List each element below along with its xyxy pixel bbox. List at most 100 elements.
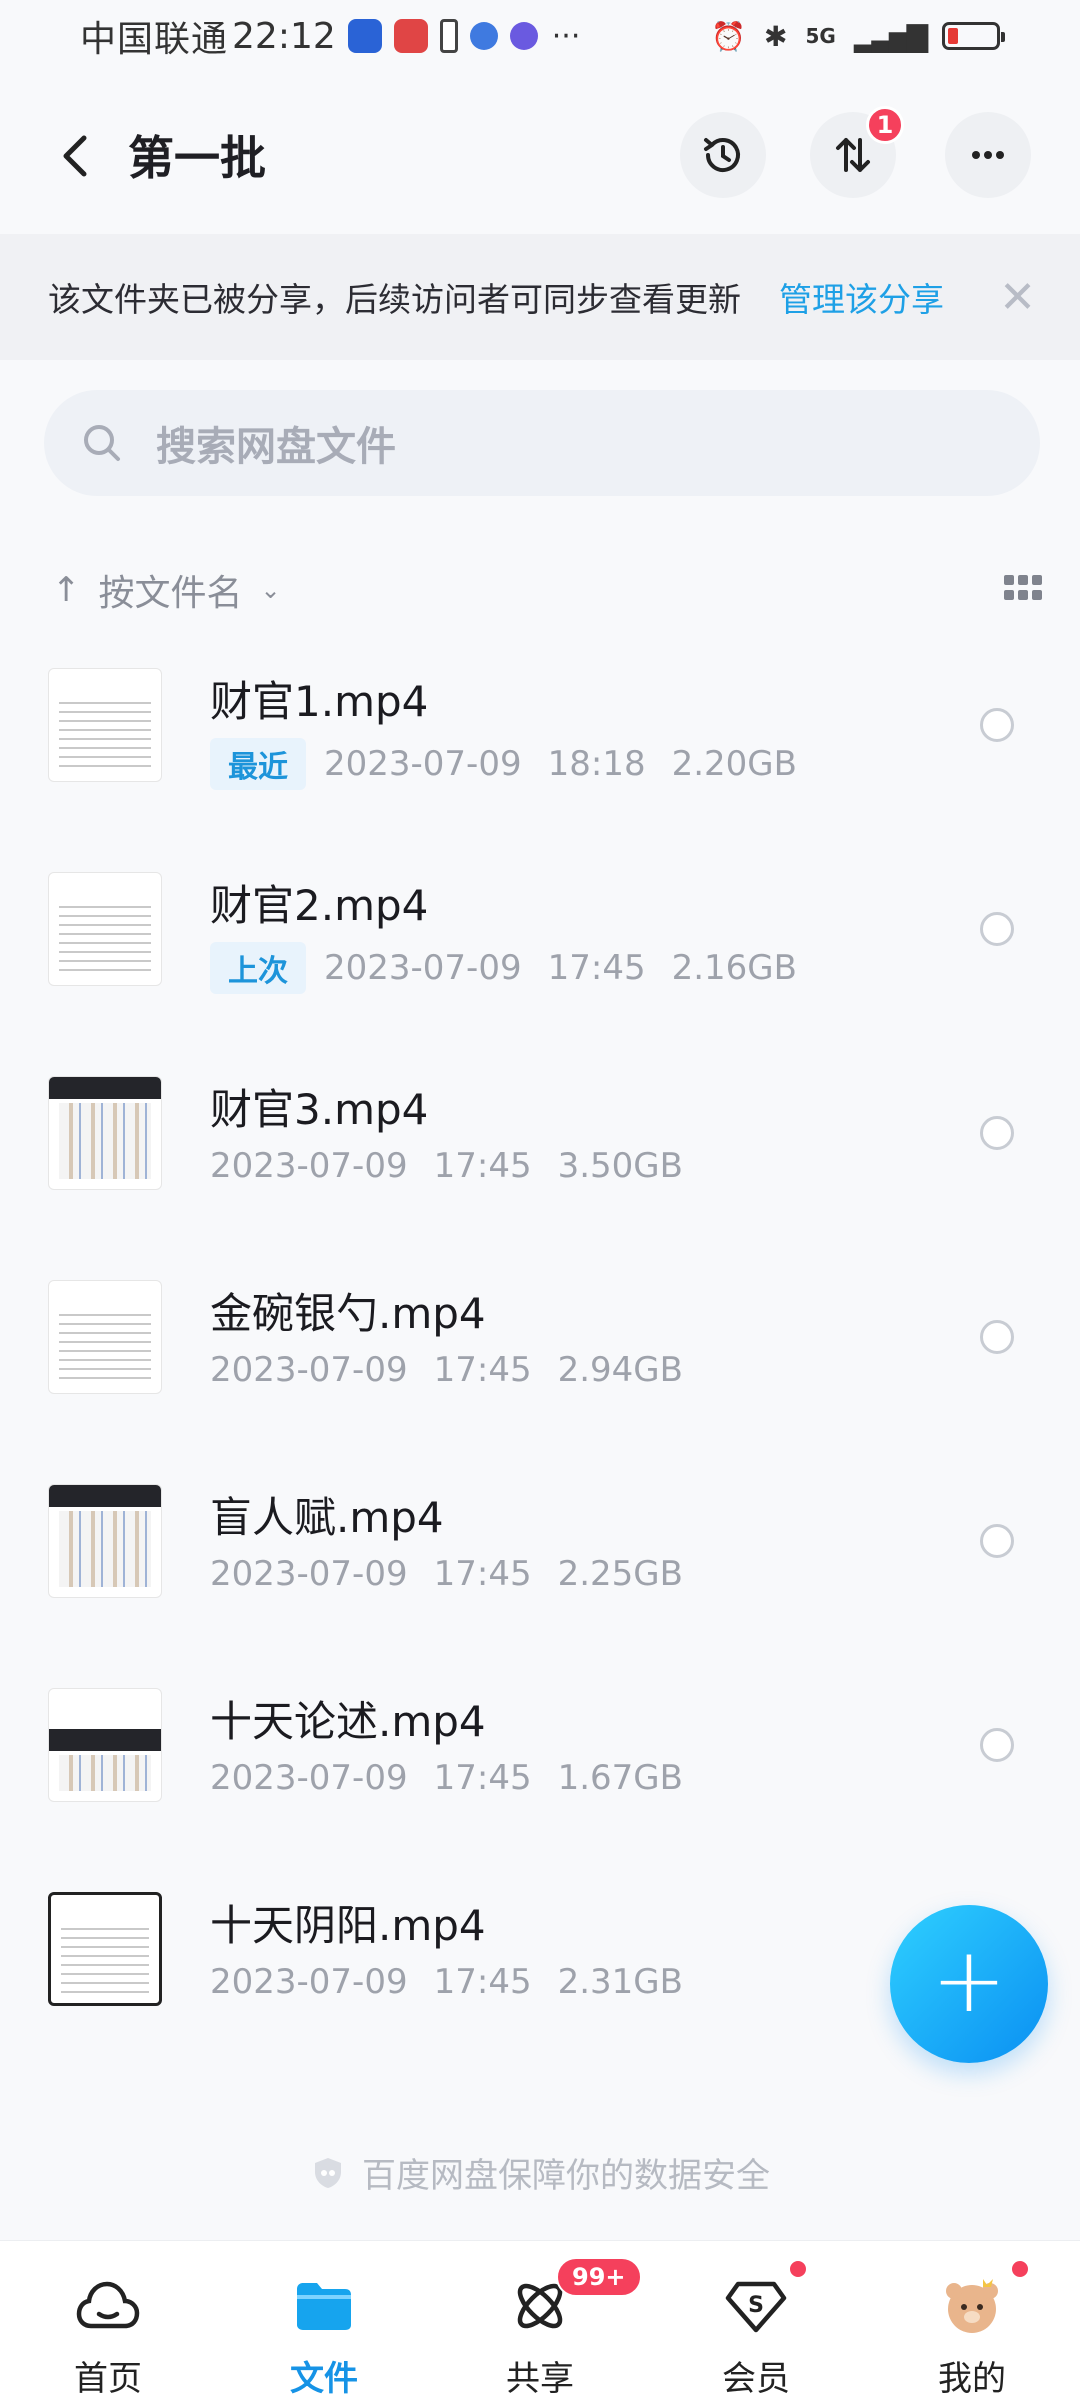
file-time: 17:45 bbox=[433, 1350, 532, 1390]
signal-icon: ▂▃▅▇ bbox=[853, 19, 928, 53]
sort-label[interactable]: 按文件名 bbox=[99, 564, 243, 616]
file-name: 财官1.mp4 bbox=[210, 677, 429, 726]
tab-label: 我的 bbox=[938, 2359, 1006, 2399]
avatar bbox=[939, 2273, 1005, 2339]
select-radio[interactable] bbox=[980, 912, 1014, 946]
close-icon[interactable]: ✕ bbox=[999, 272, 1036, 323]
list-item[interactable]: 财官3.mp4 2023-07-09 17:45 3.50GB bbox=[0, 1048, 1080, 1252]
file-size: 2.25GB bbox=[557, 1554, 683, 1594]
sort-direction-icon[interactable]: ↑ bbox=[52, 570, 81, 610]
tab-share[interactable]: 共享 99+ bbox=[432, 2241, 648, 2400]
sort-row: ↑ 按文件名 ⌄ bbox=[52, 555, 1042, 625]
last-tag: 上次 bbox=[210, 942, 306, 994]
file-date: 2023-07-09 bbox=[210, 1350, 408, 1390]
file-meta: 上次 2023-07-09 17:45 2.16GB bbox=[210, 942, 797, 994]
file-name: 财官2.mp4 bbox=[210, 881, 429, 930]
file-date: 2023-07-09 bbox=[210, 1758, 408, 1798]
share-notice-bar: 该文件夹已被分享，后续访问者可同步查看更新 管理该分享 ✕ bbox=[0, 234, 1080, 360]
list-item[interactable]: 财官1.mp4 最近 2023-07-09 18:18 2.20GB bbox=[0, 640, 1080, 844]
more-options-button[interactable] bbox=[945, 112, 1031, 198]
select-radio[interactable] bbox=[980, 1524, 1014, 1558]
tab-files[interactable]: 文件 bbox=[216, 2241, 432, 2400]
select-radio[interactable] bbox=[980, 1320, 1014, 1354]
file-thumbnail bbox=[48, 1280, 162, 1394]
tab-label: 会员 bbox=[722, 2359, 790, 2399]
history-icon bbox=[704, 138, 740, 172]
list-item[interactable]: 十天论述.mp4 2023-07-09 17:45 1.67GB bbox=[0, 1660, 1080, 1864]
file-meta: 2023-07-09 17:45 1.67GB bbox=[210, 1758, 683, 1798]
file-size: 2.20GB bbox=[671, 744, 797, 784]
file-time: 17:45 bbox=[433, 1962, 532, 2002]
tab-label: 首页 bbox=[74, 2359, 142, 2399]
file-name: 十天阴阳.mp4 bbox=[210, 1901, 486, 1950]
file-thumbnail bbox=[48, 872, 162, 986]
alarm-icon: ⏰ bbox=[711, 19, 747, 53]
share-notice-text: 该文件夹已被分享，后续访问者可同步查看更新 bbox=[48, 280, 741, 319]
file-time: 17:45 bbox=[433, 1554, 532, 1594]
share-count-badge: 99+ bbox=[556, 2257, 642, 2297]
file-meta: 最近 2023-07-09 18:18 2.20GB bbox=[210, 738, 797, 790]
history-button[interactable] bbox=[680, 112, 766, 198]
file-time: 18:18 bbox=[547, 744, 646, 784]
page-title: 第一批 bbox=[128, 131, 266, 185]
select-radio[interactable] bbox=[980, 1116, 1014, 1150]
file-size: 2.31GB bbox=[557, 1962, 683, 2002]
plus-icon: + bbox=[931, 1928, 1007, 2033]
app-notification-icon bbox=[393, 19, 428, 53]
tab-vip[interactable]: S 会员 bbox=[648, 2241, 864, 2400]
file-name: 金碗银勺.mp4 bbox=[210, 1289, 486, 1338]
search-placeholder: 搜索网盘文件 bbox=[156, 424, 396, 470]
music-icon bbox=[509, 22, 538, 50]
battery-icon bbox=[942, 22, 1005, 50]
vip-diamond-icon: S bbox=[723, 2273, 789, 2339]
security-text: 百度网盘保障你的数据安全 bbox=[362, 2156, 770, 2196]
network-type: 5G bbox=[805, 24, 836, 48]
tab-home[interactable]: 首页 bbox=[0, 2241, 216, 2400]
select-radio[interactable] bbox=[980, 1728, 1014, 1762]
file-list: 财官1.mp4 最近 2023-07-09 18:18 2.20GB 财官2.m… bbox=[0, 640, 1080, 2068]
chevron-down-icon[interactable]: ⌄ bbox=[261, 576, 281, 604]
app-notification-icon bbox=[347, 19, 382, 53]
list-item[interactable]: 金碗银勺.mp4 2023-07-09 17:45 2.94GB bbox=[0, 1252, 1080, 1456]
status-bar: 中国联通 22:12 ··· ⏰ ✱ 5G ▂▃▅▇ bbox=[0, 0, 1080, 72]
list-item[interactable]: 财官2.mp4 上次 2023-07-09 17:45 2.16GB bbox=[0, 844, 1080, 1048]
file-date: 2023-07-09 bbox=[210, 1962, 408, 2002]
manage-share-link[interactable]: 管理该分享 bbox=[779, 273, 944, 321]
select-radio[interactable] bbox=[980, 708, 1014, 742]
file-date: 2023-07-09 bbox=[210, 1146, 408, 1186]
svg-text:S: S bbox=[748, 2293, 764, 2318]
file-meta: 2023-07-09 17:45 2.94GB bbox=[210, 1350, 683, 1390]
file-name: 财官3.mp4 bbox=[210, 1085, 429, 1134]
grid-view-icon[interactable] bbox=[1004, 575, 1042, 601]
file-size: 1.67GB bbox=[557, 1758, 683, 1798]
file-thumbnail bbox=[48, 1688, 162, 1802]
security-note: 百度网盘保障你的数据安全 bbox=[0, 2148, 1080, 2197]
search-input[interactable]: 搜索网盘文件 bbox=[44, 390, 1040, 496]
more-icon bbox=[972, 151, 1004, 159]
bluetooth-icon: ✱ bbox=[764, 19, 788, 53]
more-notifications-icon: ··· bbox=[551, 18, 581, 54]
header: 第一批 1 bbox=[0, 100, 1080, 210]
list-item[interactable]: 盲人赋.mp4 2023-07-09 17:45 2.25GB bbox=[0, 1456, 1080, 1660]
transfer-count-badge: 1 bbox=[866, 106, 904, 144]
transfer-button[interactable]: 1 bbox=[810, 106, 904, 198]
file-time: 17:45 bbox=[547, 948, 646, 988]
phone-icon bbox=[439, 19, 458, 53]
app-notification-icon bbox=[469, 22, 498, 50]
file-size: 3.50GB bbox=[557, 1146, 683, 1186]
file-size: 2.94GB bbox=[557, 1350, 683, 1390]
notification-dot bbox=[788, 2259, 808, 2279]
cloud-icon bbox=[75, 2273, 141, 2339]
file-time: 17:45 bbox=[433, 1758, 532, 1798]
file-date: 2023-07-09 bbox=[324, 744, 522, 784]
file-thumbnail bbox=[48, 1484, 162, 1598]
upload-fab-button[interactable]: + bbox=[890, 1905, 1048, 2063]
carrier-label: 中国联通 bbox=[80, 19, 229, 60]
file-meta: 2023-07-09 17:45 3.50GB bbox=[210, 1146, 683, 1186]
tab-label: 文件 bbox=[290, 2359, 358, 2399]
tab-me[interactable]: 我的 bbox=[864, 2241, 1080, 2400]
chevron-left-icon[interactable] bbox=[50, 128, 100, 184]
file-thumbnail bbox=[48, 668, 162, 782]
file-thumbnail bbox=[48, 1076, 162, 1190]
file-date: 2023-07-09 bbox=[324, 948, 522, 988]
